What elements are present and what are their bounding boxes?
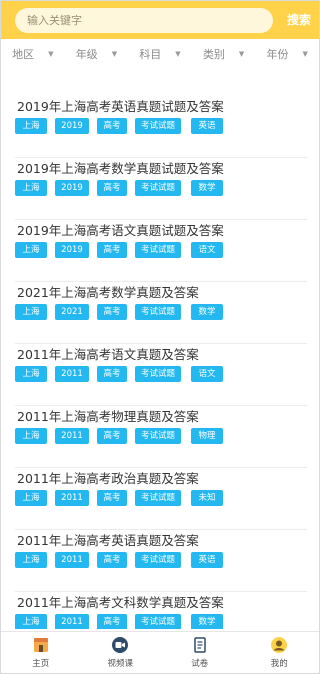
tag-subject[interactable]: 数学 [191, 304, 223, 320]
list-item[interactable]: 2011年上海高考物理真题及答案 上海 2011 高考 考试试题 物理 [15, 406, 307, 468]
tag-category[interactable]: 考试试题 [135, 118, 181, 134]
tag-subject[interactable]: 数学 [191, 614, 223, 629]
item-title: 2011年上海高考文科数学真题及答案 [17, 595, 224, 610]
nav-home[interactable]: 主页 [1, 632, 81, 673]
filter-label: 年级 [75, 48, 98, 61]
tag-subject[interactable]: 数学 [191, 180, 223, 196]
list-item[interactable]: 2021年上海高考数学真题及答案 上海 2021 高考 考试试题 数学 [15, 282, 307, 344]
caret-down-icon: ▼ [111, 50, 118, 58]
tag-year[interactable]: 2019 [55, 242, 89, 258]
filter-label: 科目 [139, 48, 162, 61]
search-input[interactable] [27, 14, 273, 27]
item-title: 2011年上海高考政治真题及答案 [17, 471, 199, 486]
item-title: 2011年上海高考英语真题及答案 [17, 533, 199, 548]
tag-level[interactable]: 高考 [97, 242, 127, 258]
tag-subject[interactable]: 语文 [191, 366, 223, 382]
search-button[interactable]: 搜索 [287, 11, 311, 28]
filter-year[interactable]: 年份 ▼ [255, 46, 319, 62]
tag-region[interactable]: 上海 [15, 552, 47, 568]
caret-down-icon: ▼ [302, 50, 308, 58]
nav-profile[interactable]: 我的 [240, 632, 320, 673]
tag-category[interactable]: 考试试题 [135, 490, 181, 506]
list-item[interactable]: 2019年上海高考数学真题试题及答案 上海 2019 高考 考试试题 数学 [15, 158, 307, 220]
tag-category[interactable]: 考试试题 [135, 552, 181, 568]
tag-region[interactable]: 上海 [15, 490, 47, 506]
list-item[interactable]: 2019年上海高考英语真题试题及答案 上海 2019 高考 考试试题 英语 [15, 96, 307, 158]
tag-year[interactable]: 2011 [55, 490, 89, 506]
filter-label: 类别 [202, 48, 225, 61]
tag-level[interactable]: 高考 [97, 180, 127, 196]
tag-level[interactable]: 高考 [97, 366, 127, 382]
filter-label: 地区 [12, 48, 35, 61]
tag-category[interactable]: 考试试题 [135, 180, 181, 196]
home-icon [33, 638, 48, 652]
tag-region[interactable]: 上海 [15, 614, 47, 629]
tag-year[interactable]: 2011 [55, 366, 89, 382]
filter-category[interactable]: 类别 ▼ [192, 46, 256, 62]
tag-level[interactable]: 高考 [97, 552, 127, 568]
filter-grade[interactable]: 年级 ▼ [65, 46, 129, 62]
tag-year[interactable]: 2019 [55, 118, 89, 134]
tag-region[interactable]: 上海 [15, 304, 47, 320]
bottom-nav: 主页 视频课 试卷 我的 [1, 631, 319, 673]
tag-region[interactable]: 上海 [15, 428, 47, 444]
search-box[interactable] [15, 8, 273, 33]
filter-region[interactable]: 地区 ▼ [1, 46, 65, 62]
item-title: 2019年上海高考语文真题试题及答案 [17, 223, 224, 238]
filter-label: 年份 [266, 48, 289, 61]
tag-subject[interactable]: 语文 [191, 242, 223, 258]
tag-subject[interactable]: 未知 [191, 490, 223, 506]
tag-region[interactable]: 上海 [15, 242, 47, 258]
tag-region[interactable]: 上海 [15, 366, 47, 382]
caret-down-icon: ▼ [48, 50, 54, 58]
tag-category[interactable]: 考试试题 [135, 242, 181, 258]
nav-label: 试卷 [191, 659, 209, 669]
caret-down-icon: ▼ [238, 50, 245, 58]
paper-icon [194, 637, 206, 653]
tag-level[interactable]: 高考 [97, 614, 127, 629]
video-icon [112, 637, 129, 653]
tag-region[interactable]: 上海 [15, 180, 47, 196]
list-item[interactable]: 2011年上海高考英语真题及答案 上海 2011 高考 考试试题 英语 [15, 530, 307, 592]
tag-level[interactable]: 高考 [97, 428, 127, 444]
tag-year[interactable]: 2021 [55, 304, 89, 320]
tag-category[interactable]: 考试试题 [135, 614, 181, 629]
tag-level[interactable]: 高考 [97, 490, 127, 506]
tag-year[interactable]: 2011 [55, 428, 89, 444]
nav-label: 主页 [32, 659, 50, 669]
nav-label: 视频课 [107, 659, 133, 669]
tag-level[interactable]: 高考 [97, 304, 127, 320]
caret-down-icon: ▼ [175, 50, 181, 58]
item-title: 2019年上海高考数学真题试题及答案 [17, 161, 224, 176]
item-title: 2021年上海高考数学真题及答案 [17, 285, 199, 300]
tag-level[interactable]: 高考 [97, 118, 127, 134]
nav-video[interactable]: 视频课 [81, 632, 161, 673]
nav-paper[interactable]: 试卷 [160, 632, 240, 673]
item-title: 2019年上海高考英语真题试题及答案 [17, 99, 224, 114]
profile-icon [271, 637, 288, 653]
tag-year[interactable]: 2019 [55, 180, 89, 196]
tag-region[interactable]: 上海 [15, 118, 47, 134]
tag-category[interactable]: 考试试题 [135, 304, 181, 320]
header: 搜索 [1, 1, 319, 39]
tag-subject[interactable]: 物理 [191, 428, 223, 444]
exam-list: 2019年上海高考英语真题试题及答案 上海 2019 高考 考试试题 英语 20… [1, 69, 319, 629]
nav-label: 我的 [270, 659, 288, 669]
list-item[interactable]: 2011年上海高考文科数学真题及答案 上海 2011 高考 考试试题 数学 [15, 592, 307, 629]
filter-subject[interactable]: 科目 ▼ [128, 46, 192, 62]
app-screen: 搜索 地区 ▼ 年级 ▼ 科目 ▼ 类别 ▼ 年份 ▼ 2019年上海高考英语真… [0, 0, 320, 674]
tag-category[interactable]: 考试试题 [135, 366, 181, 382]
tag-year[interactable]: 2011 [55, 614, 89, 629]
list-item[interactable]: 2019年上海高考语文真题试题及答案 上海 2019 高考 考试试题 语文 [15, 220, 307, 282]
list-item[interactable]: 2011年上海高考政治真题及答案 上海 2011 高考 考试试题 未知 [15, 468, 307, 530]
tag-subject[interactable]: 英语 [191, 552, 223, 568]
list-item[interactable]: 2011年上海高考语文真题及答案 上海 2011 高考 考试试题 语文 [15, 344, 307, 406]
tag-category[interactable]: 考试试题 [135, 428, 181, 444]
item-title: 2011年上海高考语文真题及答案 [17, 347, 199, 362]
filter-bar: 地区 ▼ 年级 ▼ 科目 ▼ 类别 ▼ 年份 ▼ [1, 39, 319, 69]
tag-subject[interactable]: 英语 [191, 118, 223, 134]
tag-year[interactable]: 2011 [55, 552, 89, 568]
item-title: 2011年上海高考物理真题及答案 [17, 409, 199, 424]
